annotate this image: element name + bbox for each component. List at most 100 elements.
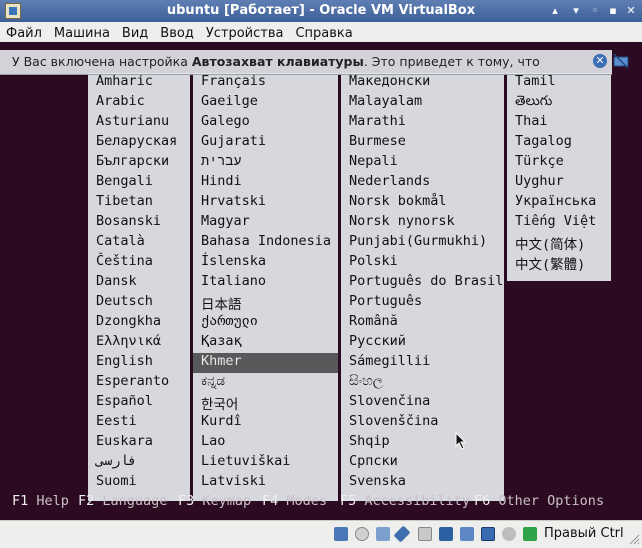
language-option[interactable]: Ελληνικά <box>88 333 190 353</box>
language-option[interactable]: Български <box>88 153 190 173</box>
language-option[interactable]: Deutsch <box>88 293 190 313</box>
language-option[interactable]: Hrvatski <box>193 193 338 213</box>
optical-drive-icon[interactable] <box>355 527 369 541</box>
hard-disk-icon[interactable] <box>334 527 348 541</box>
language-option[interactable]: Euskara <box>88 433 190 453</box>
language-option[interactable]: 中文(简体) <box>507 233 611 253</box>
language-option[interactable]: Shqip <box>341 433 504 453</box>
language-option[interactable]: Tiếng Việt <box>507 213 611 233</box>
function-key-f6[interactable]: F6 Other Options <box>474 493 604 509</box>
close-notification-icon[interactable]: ✕ <box>593 54 607 68</box>
language-option[interactable]: Polski <box>341 253 504 273</box>
language-option[interactable]: עברית <box>193 153 338 173</box>
network-icon[interactable] <box>460 527 474 541</box>
function-key-f4[interactable]: F4 Modes <box>262 493 327 509</box>
language-option[interactable]: Svenska <box>341 473 504 493</box>
language-option[interactable]: Türkçe <box>507 153 611 173</box>
language-option[interactable]: Íslenska <box>193 253 338 273</box>
language-option[interactable]: Malayalam <box>341 93 504 113</box>
scroll-up-icon[interactable]: ▴ <box>548 4 562 18</box>
language-option[interactable]: Eesti <box>88 413 190 433</box>
language-option[interactable]: Српски <box>341 453 504 473</box>
language-option[interactable]: Gujarati <box>193 133 338 153</box>
language-option[interactable]: Українська <box>507 193 611 213</box>
language-option[interactable]: Latviski <box>193 473 338 493</box>
language-option[interactable]: Tamil <box>507 73 611 93</box>
language-option[interactable]: Lietuviškai <box>193 453 338 473</box>
menu-view[interactable]: Вид <box>116 24 154 44</box>
language-option[interactable]: 中文(繁體) <box>507 253 611 273</box>
language-option[interactable]: Kurdî <box>193 413 338 433</box>
language-option[interactable]: Bahasa Indonesia <box>193 233 338 253</box>
menu-help[interactable]: Справка <box>289 24 358 44</box>
language-option[interactable]: 日本語 <box>193 293 338 313</box>
display-icon[interactable] <box>439 527 453 541</box>
language-option[interactable]: Esperanto <box>88 373 190 393</box>
language-option[interactable]: Thai <box>507 113 611 133</box>
language-option[interactable]: Қазақ <box>193 333 338 353</box>
function-key-f1[interactable]: F1 Help <box>12 493 69 509</box>
maximize-button[interactable]: ▪ <box>606 4 620 18</box>
menu-devices[interactable]: Устройства <box>200 24 290 44</box>
language-option[interactable]: Amharic <box>88 73 190 93</box>
language-option[interactable]: Nederlands <box>341 173 504 193</box>
language-option[interactable]: 한국어 <box>193 393 338 413</box>
language-option[interactable]: Čeština <box>88 253 190 273</box>
language-option[interactable]: ქართული <box>193 313 338 333</box>
language-option[interactable]: Arabic <box>88 93 190 113</box>
language-option[interactable]: Nepali <box>341 153 504 173</box>
language-option[interactable]: Македонски <box>341 73 504 93</box>
language-option[interactable]: Dansk <box>88 273 190 293</box>
language-option[interactable]: Uyghur <box>507 173 611 193</box>
language-option[interactable]: Suomi <box>88 473 190 493</box>
language-option[interactable]: Català <box>88 233 190 253</box>
scroll-down-icon[interactable]: ▾ <box>569 4 583 18</box>
language-option[interactable]: Punjabi(Gurmukhi) <box>341 233 504 253</box>
menu-machine[interactable]: Машина <box>48 24 116 44</box>
resize-grip-icon[interactable] <box>628 533 640 545</box>
language-option[interactable]: English <box>88 353 190 373</box>
language-option[interactable]: తెలుగు <box>507 93 611 113</box>
keyboard-icon[interactable] <box>612 52 630 70</box>
language-option[interactable]: Español <box>88 393 190 413</box>
close-button[interactable]: ✕ <box>624 4 638 18</box>
language-option[interactable]: Norsk bokmål <box>341 193 504 213</box>
language-option[interactable]: Tagalog <box>507 133 611 153</box>
language-option[interactable]: Magyar <box>193 213 338 233</box>
language-option[interactable]: Hindi <box>193 173 338 193</box>
language-option[interactable]: Português do Brasil <box>341 273 504 293</box>
language-option[interactable]: Lao <box>193 433 338 453</box>
minimize-button[interactable]: ◦ <box>588 4 602 18</box>
language-option[interactable]: Khmer <box>193 353 338 373</box>
language-option[interactable]: ಕನ್ನಡ <box>193 373 338 393</box>
language-option[interactable]: فارسی <box>88 453 190 473</box>
shared-folder-icon[interactable] <box>418 527 432 541</box>
language-option[interactable]: Slovenčina <box>341 393 504 413</box>
language-option[interactable]: Беларуская <box>88 133 190 153</box>
language-option[interactable]: Bosanski <box>88 213 190 233</box>
function-key-f2[interactable]: F2 Language <box>78 493 167 509</box>
vm-screen[interactable]: Amharic Arabic Asturianu Беларуская Българск… <box>0 42 642 520</box>
menu-input[interactable]: Ввод <box>154 24 200 44</box>
language-option[interactable]: Galego <box>193 113 338 133</box>
language-option[interactable]: Français <box>193 73 338 93</box>
language-option[interactable]: Marathi <box>341 113 504 133</box>
language-option[interactable]: Bengali <box>88 173 190 193</box>
language-option[interactable]: Tibetan <box>88 193 190 213</box>
usb-icon[interactable] <box>376 527 390 541</box>
language-option[interactable]: Gaeilge <box>193 93 338 113</box>
function-key-f3[interactable]: F3 Keymap <box>178 493 251 509</box>
mouse-integration-icon[interactable] <box>502 527 516 541</box>
language-option[interactable]: Dzongkha <box>88 313 190 333</box>
function-key-f5[interactable]: F5 Accessibility <box>340 493 470 509</box>
language-option[interactable]: Italiano <box>193 273 338 293</box>
menu-file[interactable]: Файл <box>0 24 48 44</box>
video-capture-icon[interactable] <box>481 527 495 541</box>
keyboard-capture-icon[interactable] <box>523 527 537 541</box>
language-option[interactable]: Română <box>341 313 504 333</box>
language-option[interactable]: Português <box>341 293 504 313</box>
audio-icon[interactable] <box>393 525 411 543</box>
language-option[interactable]: Asturianu <box>88 113 190 133</box>
language-option[interactable]: Русский <box>341 333 504 353</box>
language-option[interactable]: සිංහල <box>341 373 504 393</box>
